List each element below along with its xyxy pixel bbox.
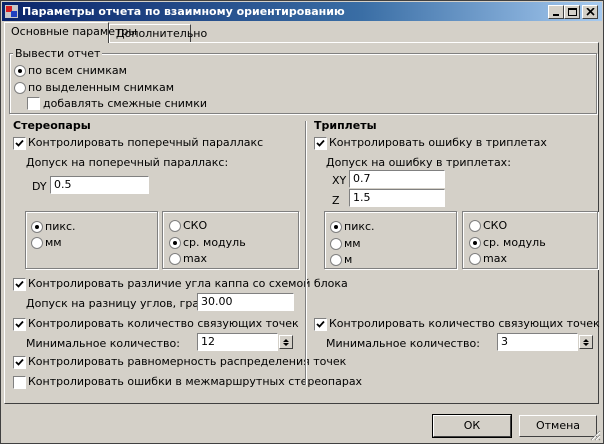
stereo-stat-rms-radio[interactable] (169, 220, 181, 232)
stereo-stat-mean-label: ср. модуль (183, 236, 246, 249)
z-label: Z (332, 194, 340, 207)
xy-label: XY (332, 174, 347, 187)
window-title: Параметры отчета по взаимному ориентиров… (22, 5, 345, 18)
stereo-tie-label: Контролировать количество связующих точе… (28, 317, 299, 330)
triplets-section-title: Триплеты (314, 119, 377, 132)
interroute-label: Контролировать ошибки в межмаршрутных ст… (28, 375, 363, 388)
parallax-checkbox[interactable] (13, 137, 26, 150)
checkmark-icon (15, 280, 24, 288)
radio-all-images-label: по всем снимкам (28, 64, 127, 77)
close-icon (586, 8, 595, 16)
stereo-min-count-spin[interactable] (279, 335, 293, 349)
triplet-tolerance-label: Допуск на ошибку в триплетах: (326, 156, 511, 169)
checkmark-icon (15, 320, 24, 328)
triplet-tie-checkbox[interactable] (314, 318, 327, 331)
triplet-stat-rms-radio[interactable] (469, 220, 481, 232)
tab-main-params[interactable]: Основные параметры (4, 22, 137, 43)
stereo-unit-pix-radio[interactable] (31, 221, 43, 233)
triplet-stat-mean-radio[interactable] (469, 237, 481, 249)
triplet-min-count-label: Минимальное количество: (326, 337, 480, 350)
output-group-label: Вывести отчет (13, 47, 103, 60)
triplet-stat-rms-label: СКО (483, 219, 508, 232)
checkmark-icon (316, 139, 325, 147)
stereo-tie-checkbox[interactable] (13, 318, 26, 331)
parallax-label: Контролировать поперечный параллакс (28, 136, 264, 149)
triplet-unit-mm-label: мм (344, 237, 361, 250)
spin-icon (283, 339, 289, 346)
triplet-unit-mm-radio[interactable] (330, 238, 342, 250)
z-input[interactable]: 1.5 (349, 189, 445, 207)
ok-button[interactable]: ОК (432, 414, 512, 438)
radio-all-images[interactable] (14, 65, 26, 77)
checkmark-icon (15, 139, 24, 147)
uniform-checkbox[interactable] (13, 356, 26, 369)
triplet-unit-pix-radio[interactable] (330, 221, 342, 233)
stereo-section-title: Стереопары (13, 119, 91, 132)
stereo-min-count-label: Минимальное количество: (26, 337, 180, 350)
triplet-stat-max-radio[interactable] (469, 253, 481, 265)
add-adjacent-label: добавлять смежные снимки (43, 97, 208, 110)
uniform-label: Контролировать равномерность распределен… (28, 355, 347, 368)
add-adjacent-checkbox[interactable] (27, 97, 40, 110)
interroute-checkbox[interactable] (13, 376, 26, 389)
stereo-stat-max-radio[interactable] (169, 253, 181, 265)
radio-selected-images-label: по выделенным снимкам (28, 81, 174, 94)
parallax-tolerance-label: Допуск на поперечный параллакс: (26, 156, 229, 169)
spin-icon (583, 339, 589, 346)
triplet-min-count-input[interactable]: 3 (497, 333, 578, 351)
stereo-unit-mm-radio[interactable] (31, 237, 43, 249)
triplet-stat-mean-label: ср. модуль (483, 236, 546, 249)
maximize-button[interactable] (564, 5, 580, 19)
cancel-button[interactable]: Отмена (519, 415, 597, 437)
triplet-unit-m-label: м (344, 253, 353, 266)
triplet-unit-pix-label: пикс. (344, 220, 375, 233)
stereo-stat-mean-radio[interactable] (169, 237, 181, 249)
column-separator (305, 121, 307, 385)
title-bar[interactable]: Параметры отчета по взаимному ориентиров… (2, 2, 602, 21)
stereo-unit-mm-label: мм (45, 236, 62, 249)
triplet-error-checkbox[interactable] (314, 137, 327, 150)
resize-grip-icon[interactable] (589, 429, 601, 441)
xy-input[interactable]: 0.7 (349, 170, 445, 188)
stereo-unit-pix-label: пикс. (45, 220, 76, 233)
triplet-error-label: Контролировать ошибку в триплетах (329, 136, 547, 149)
dy-input[interactable]: 0.5 (50, 176, 149, 194)
minimize-icon (553, 14, 559, 16)
dialog-window: Параметры отчета по взаимному ориентиров… (0, 0, 604, 444)
triplet-min-count-spin[interactable] (579, 335, 593, 349)
app-icon (5, 5, 18, 18)
stereo-stat-rms-label: СКО (183, 219, 208, 232)
triplet-stat-max-label: max (483, 252, 507, 265)
dy-label: DY (32, 180, 47, 193)
radio-selected-images[interactable] (14, 82, 26, 94)
minimize-button[interactable] (548, 5, 564, 19)
stereo-min-count-input[interactable]: 12 (197, 333, 278, 351)
checkmark-icon (15, 358, 24, 366)
maximize-icon (568, 8, 577, 16)
stereo-stat-max-label: max (183, 252, 207, 265)
checkmark-icon (316, 320, 325, 328)
triplet-unit-m-radio[interactable] (330, 254, 342, 266)
kappa-checkbox[interactable] (13, 278, 26, 291)
kappa-input[interactable]: 30.00 (197, 293, 294, 311)
kappa-label: Контролировать различие угла каппа со сх… (28, 277, 348, 290)
triplet-tie-label: Контролировать количество связующих точе… (329, 317, 600, 330)
close-button[interactable] (582, 5, 598, 19)
